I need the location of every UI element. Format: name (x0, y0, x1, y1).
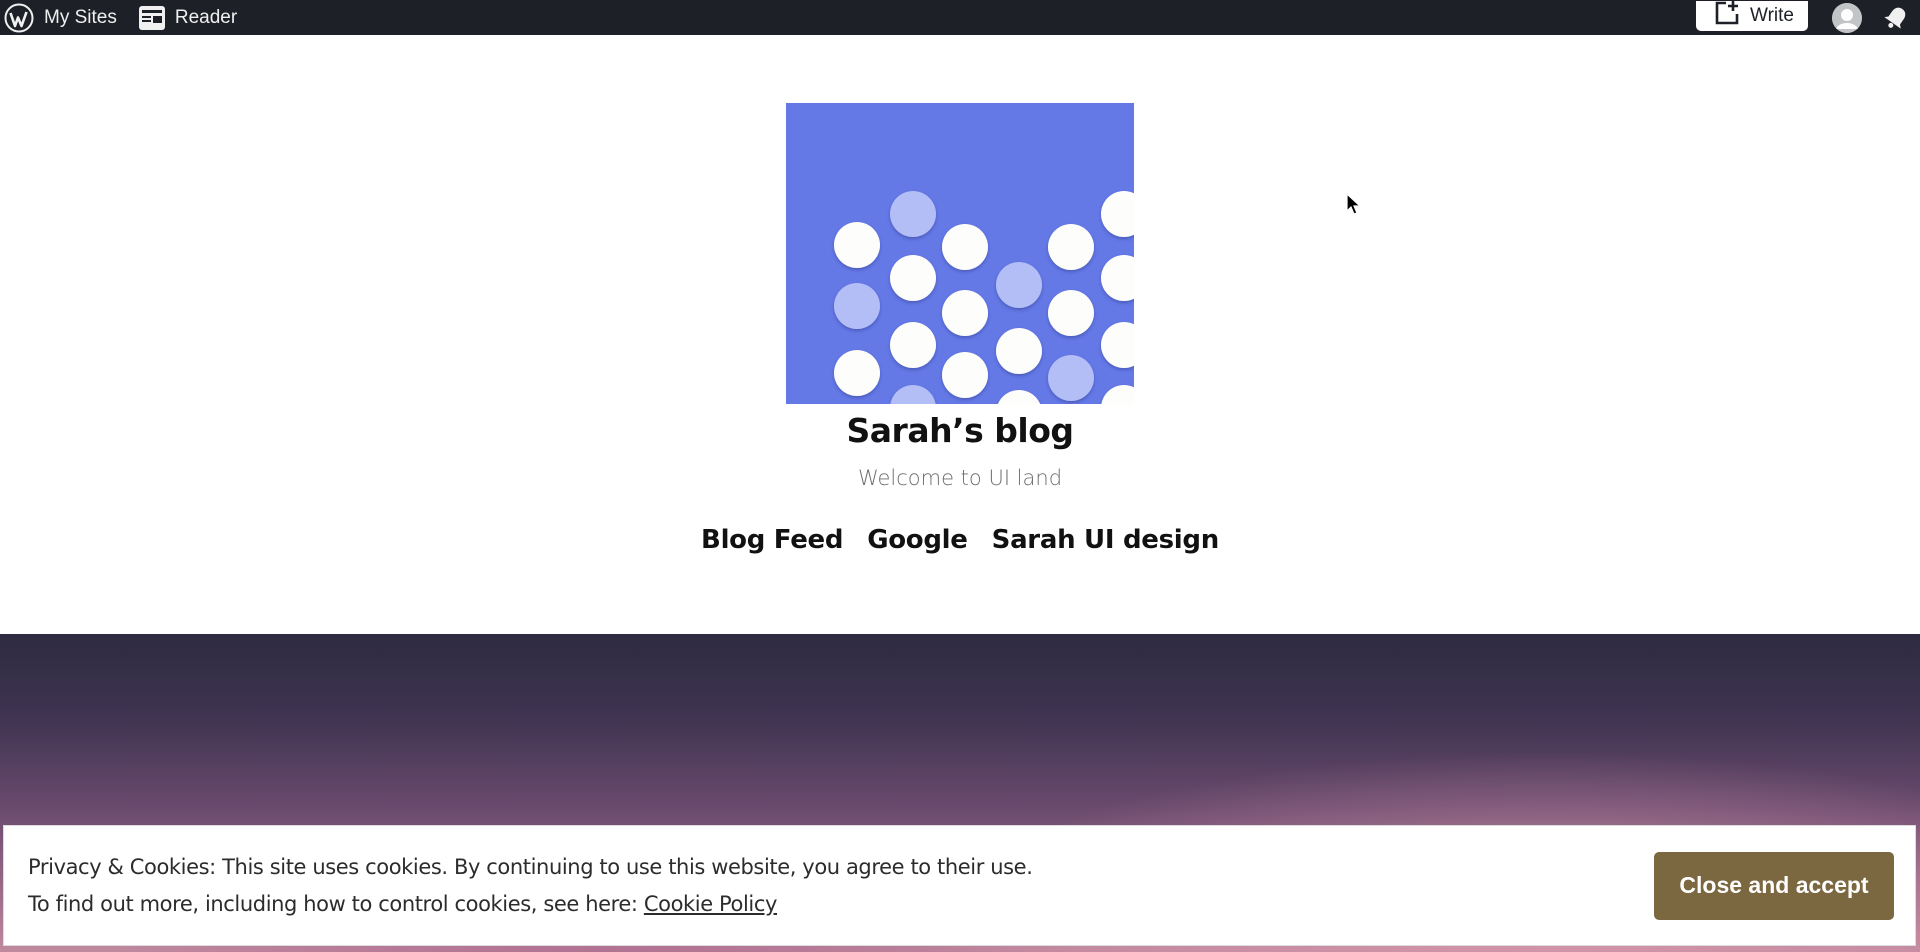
nav-item-blog-feed[interactable]: Blog Feed (701, 525, 843, 555)
cookie-text: Privacy & Cookies: This site uses cookie… (28, 849, 1033, 923)
reader-icon (138, 5, 165, 30)
reader-label: Reader (174, 6, 238, 28)
cookie-banner: Privacy & Cookies: This site uses cookie… (3, 825, 1916, 946)
cookie-text-line2-prefix: To find out more, including how to contr… (28, 891, 638, 916)
mouse-cursor-icon (1346, 192, 1362, 217)
admin-bar-left: My Sites Reader (0, 0, 247, 35)
wordpress-logo-icon (4, 3, 34, 33)
write-label: Write (1750, 4, 1794, 26)
admin-bar-right: Write (1696, 0, 1920, 35)
notifications-bell-icon[interactable] (1882, 4, 1910, 32)
site-logo[interactable] (786, 103, 1134, 404)
cookie-text-line2: To find out more, including how to contr… (28, 886, 1032, 923)
my-sites-button[interactable]: My Sites (0, 0, 139, 35)
my-sites-label: My Sites (44, 6, 117, 28)
write-button[interactable]: Write (1696, 0, 1808, 32)
write-post-icon (1714, 0, 1740, 32)
admin-bar: My Sites Reader Write (0, 0, 1920, 35)
primary-nav: Blog Feed Google Sarah UI design (0, 525, 1920, 555)
user-avatar-icon[interactable] (1832, 2, 1862, 33)
cookie-text-line1: Privacy & Cookies: This site uses cookie… (28, 854, 1033, 879)
site-title: Sarah’s blog (0, 411, 1920, 450)
site-header: Sarah’s blog Welcome to UI land Blog Fee… (0, 35, 1920, 634)
close-and-accept-button[interactable]: Close and accept (1654, 851, 1894, 920)
nav-item-sarah-ui-design[interactable]: Sarah UI design (992, 525, 1220, 555)
site-tagline: Welcome to UI land (857, 466, 1063, 490)
nav-item-google[interactable]: Google (867, 525, 968, 555)
cookie-policy-link[interactable]: Cookie Policy (644, 892, 778, 916)
site-title-link[interactable]: Sarah’s blog (847, 411, 1074, 450)
reader-button[interactable]: Reader (138, 0, 247, 35)
